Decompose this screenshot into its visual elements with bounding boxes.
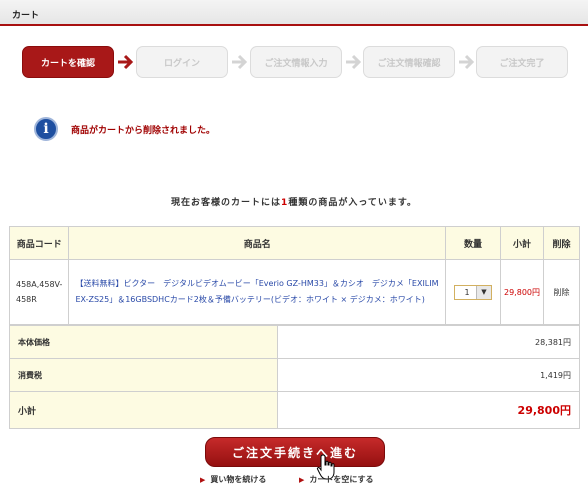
- step-arrow-icon: [232, 54, 248, 70]
- col-header-subtotal: 小計: [500, 226, 544, 260]
- empty-cart-link[interactable]: ▶ カートを空にする: [299, 474, 373, 485]
- table-header-row: 商品コード 商品名 数量 小計 削除: [8, 226, 580, 260]
- col-header-qty: 数量: [445, 226, 501, 260]
- totals-row-tax: 消費税 1,419円: [9, 358, 580, 392]
- base-price-value: 28,381円: [277, 325, 580, 359]
- tax-value: 1,419円: [277, 358, 580, 392]
- delete-button[interactable]: 削除: [543, 259, 580, 325]
- empty-cart-label: カートを空にする: [309, 475, 374, 484]
- step-cart-confirm: カートを確認: [22, 46, 114, 78]
- table-row: 458A,458V-458R 【送料無料】ビクター デジタルビデオムービー「Ev…: [8, 259, 580, 325]
- step-arrow-icon: [346, 54, 362, 70]
- totals-row-subtotal: 小計 29,800円: [9, 391, 580, 429]
- step-order-info-confirm: ご注文情報確認: [363, 46, 455, 78]
- step-order-complete: ご注文完了: [476, 46, 568, 78]
- summary-suffix: 種類の商品が入っています。: [288, 198, 417, 208]
- page-title: カート: [12, 11, 40, 21]
- checkout-progress: カートを確認 ログイン ご注文情報入力 ご注文情報確認 ご注文完了: [22, 46, 582, 78]
- status-notice: i 商品がカートから削除されました。: [34, 117, 215, 141]
- summary-prefix: 現在お客様のカートには: [171, 198, 282, 208]
- step-login: ログイン: [136, 46, 228, 78]
- notice-text: 商品がカートから削除されました。: [71, 125, 216, 136]
- col-header-delete: 削除: [543, 226, 580, 260]
- product-code: 458A,458V-458R: [8, 259, 70, 325]
- step-arrow-icon: [459, 54, 475, 70]
- totals-row-base: 本体価格 28,381円: [9, 325, 580, 359]
- product-name-link[interactable]: 【送料無料】ビクター デジタルビデオムービー「Everio GZ-HM33」＆カ…: [68, 259, 446, 325]
- base-price-label: 本体価格: [9, 325, 278, 359]
- totals-table: 本体価格 28,381円 消費税 1,419円 小計 29,800円: [9, 325, 580, 429]
- quantity-select[interactable]: 1 ▼: [454, 284, 492, 300]
- info-icon: i: [34, 117, 58, 141]
- chevron-down-icon: ▼: [476, 285, 491, 299]
- continue-shopping-link[interactable]: ▶ 買い物を続ける: [200, 474, 266, 485]
- tax-label: 消費税: [9, 358, 278, 392]
- step-order-info-input: ご注文情報入力: [250, 46, 342, 78]
- page-header: カート: [0, 0, 588, 26]
- step-arrow-icon: [118, 54, 134, 70]
- triangle-right-icon: ▶: [299, 475, 305, 484]
- subtotal-value: 29,800円: [277, 391, 580, 429]
- subtotal-label: 小計: [9, 391, 278, 429]
- col-header-name: 商品名: [68, 226, 446, 260]
- continue-shopping-label: 買い物を続ける: [210, 475, 267, 484]
- item-subtotal: 29,800円: [500, 259, 544, 325]
- quantity-value: 1: [464, 287, 470, 297]
- triangle-right-icon: ▶: [200, 475, 206, 484]
- cart-table: 商品コード 商品名 数量 小計 削除 458A,458V-458R 【送料無料】…: [8, 226, 580, 325]
- col-header-code: 商品コード: [8, 226, 70, 260]
- proceed-to-checkout-button[interactable]: ご注文手続きへ進む: [205, 437, 385, 467]
- cart-summary: 現在お客様のカートには1種類の商品が入っています。: [0, 195, 588, 208]
